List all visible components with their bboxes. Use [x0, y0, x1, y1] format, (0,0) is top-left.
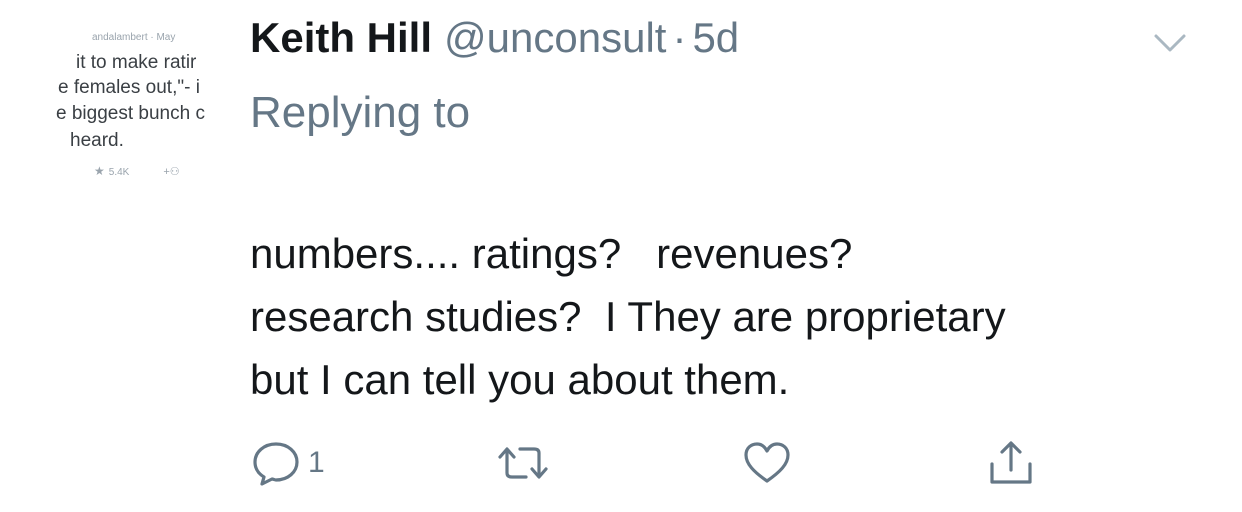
avatar-tweet-line: heard. — [70, 130, 124, 151]
author-handle[interactable]: @unconsult — [444, 14, 666, 61]
tweet-text-line: numbers.... ratings? revenues? — [250, 230, 853, 277]
avatar-tweet-line: e females out,"- i — [58, 77, 200, 98]
share-button[interactable] — [986, 438, 1036, 488]
retweet-button[interactable] — [494, 438, 552, 488]
avatar[interactable]: andalambert · May it to make ratir e fem… — [0, 14, 232, 204]
tweet-text-line: but I can tell you about them. — [250, 356, 790, 403]
retweet-icon — [494, 439, 552, 487]
tweet-text: numbers.... ratings? revenues? research … — [250, 222, 1210, 411]
header-separator: · — [672, 14, 687, 61]
follow-icon: +⚇ — [163, 166, 180, 178]
avatar-tweet-meta: andalambert · May — [92, 32, 176, 43]
heart-icon — [742, 439, 792, 487]
reply-count: 1 — [308, 446, 325, 479]
like-button[interactable] — [742, 438, 792, 488]
chevron-down-icon[interactable] — [1150, 28, 1190, 58]
star-icon: ★ — [94, 164, 105, 178]
avatar-tweet-line: e biggest bunch c — [56, 103, 205, 124]
reply-button[interactable]: 1 — [250, 438, 325, 488]
avatar-tweet-line: it to make ratir — [76, 52, 197, 73]
avatar-tweet-counts: ★ 5.4K +⚇ — [94, 164, 180, 178]
avatar-like-count: 5.4K — [108, 167, 130, 178]
reply-icon — [250, 439, 302, 487]
share-icon — [986, 438, 1036, 488]
author-name[interactable]: Keith Hill — [250, 14, 432, 61]
tweet-text-line: research studies? I They are proprietary — [250, 293, 1006, 340]
replying-to-label: Replying to — [250, 88, 471, 137]
tweet-timestamp[interactable]: 5d — [692, 14, 739, 61]
tweet-header: Keith Hill @unconsult · 5d — [250, 14, 739, 62]
